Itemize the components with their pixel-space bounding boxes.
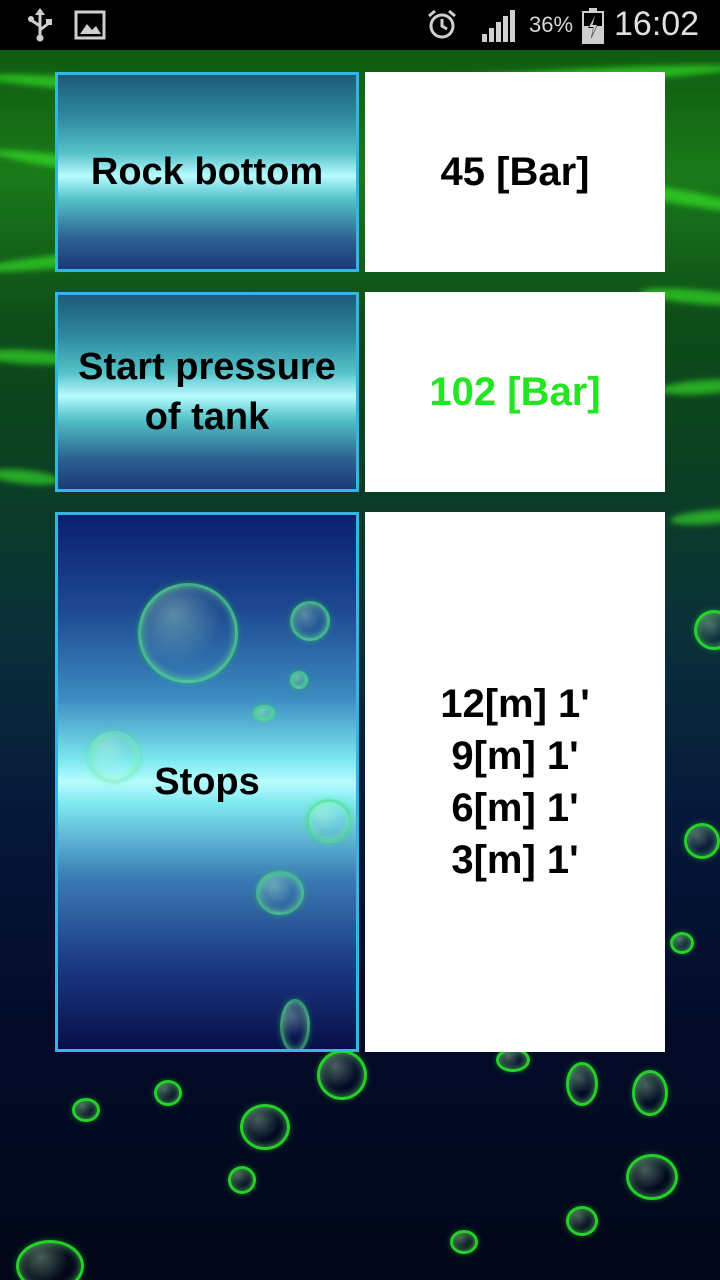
bubble: [290, 671, 308, 689]
image-icon: [74, 10, 106, 45]
start-pressure-label-line1: Start pressure: [78, 346, 336, 388]
start-pressure-value: 102 [Bar]: [429, 370, 601, 414]
stops-value-cell: 12[m] 1' 9[m] 1' 6[m] 1' 3[m] 1': [365, 512, 665, 1052]
start-pressure-label-line2: of tank: [144, 396, 270, 438]
bubble: [566, 1206, 598, 1236]
bubble: [450, 1230, 478, 1254]
stops-row: Stops 12[m] 1' 9[m] 1' 6[m] 1' 3[m] 1': [55, 512, 665, 1052]
bubble: [240, 1104, 290, 1150]
alarm-icon: [426, 9, 458, 46]
bubble: [280, 999, 310, 1049]
battery-charging-icon: [581, 8, 605, 49]
bubble: [626, 1154, 678, 1200]
rock-bottom-value: 45 [Bar]: [440, 150, 590, 194]
bubble: [566, 1062, 598, 1106]
bubble: [253, 705, 275, 721]
bubble: [684, 823, 720, 859]
start-pressure-row: Start pressure of tank 102 [Bar]: [55, 292, 665, 492]
rock-bottom-value-cell: 45 [Bar]: [365, 72, 665, 272]
light-streak: [0, 466, 61, 488]
bubble: [694, 610, 720, 650]
bubble: [670, 932, 694, 954]
usb-icon: [26, 8, 54, 47]
stops-list: 12[m] 1' 9[m] 1' 6[m] 1' 3[m] 1': [440, 678, 590, 886]
stop-item: 6[m] 1': [451, 786, 579, 830]
bubble: [72, 1098, 100, 1122]
bubble: [256, 871, 304, 915]
start-pressure-value-cell: 102 [Bar]: [365, 292, 665, 492]
battery-percent: 36%: [529, 12, 574, 37]
bubble: [16, 1240, 84, 1280]
bubble: [88, 731, 140, 783]
bubble: [632, 1070, 668, 1116]
rock-bottom-label-cell: Rock bottom: [55, 72, 359, 272]
start-pressure-label-cell: Start pressure of tank: [55, 292, 359, 492]
bubble: [306, 799, 352, 843]
stop-item: 3[m] 1': [451, 838, 579, 882]
status-bar: 36% 16:02: [0, 0, 720, 50]
stop-item: 9[m] 1': [451, 734, 579, 778]
clock: 16:02: [614, 5, 700, 43]
bubble: [228, 1166, 256, 1194]
rock-bottom-row: Rock bottom 45 [Bar]: [55, 72, 665, 272]
stops-label-cell: Stops: [55, 512, 359, 1052]
bubble: [138, 583, 238, 683]
stops-label: Stops: [154, 761, 260, 803]
stop-item: 12[m] 1': [440, 682, 590, 726]
light-streak: [659, 376, 720, 398]
start-pressure-label: Start pressure of tank: [78, 342, 336, 442]
bubble: [290, 601, 330, 641]
bubble: [154, 1080, 182, 1106]
bubble: [317, 1050, 367, 1100]
light-streak: [669, 506, 720, 528]
rock-bottom-label: Rock bottom: [90, 151, 324, 193]
signal-icon: [480, 10, 516, 47]
